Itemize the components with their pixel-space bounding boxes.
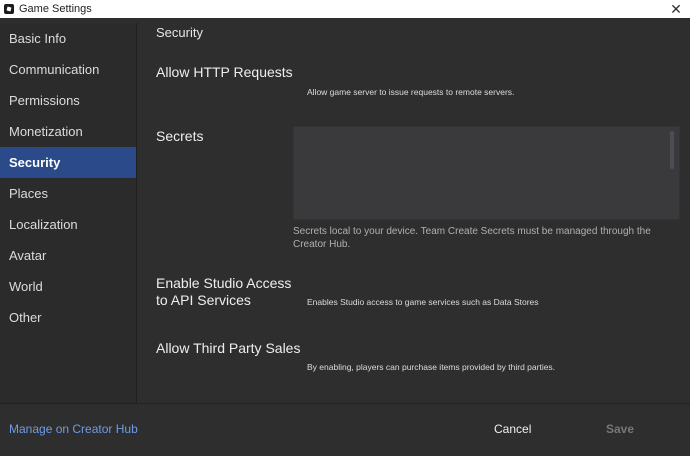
roblox-studio-icon bbox=[4, 4, 14, 14]
secrets-textarea[interactable] bbox=[293, 126, 680, 220]
cancel-button[interactable]: Cancel bbox=[494, 422, 531, 436]
sidebar-item-other[interactable]: Other bbox=[0, 302, 136, 333]
studio-api-access-label: Enable Studio Access to API Services bbox=[156, 275, 292, 308]
secrets-scrollbar[interactable] bbox=[670, 131, 674, 169]
sidebar-item-localization[interactable]: Localization bbox=[0, 209, 136, 240]
third-party-sales-description: By enabling, players can purchase items … bbox=[307, 362, 556, 372]
http-requests-description: Allow game server to issue requests to r… bbox=[307, 87, 515, 97]
save-button[interactable]: Save bbox=[606, 422, 634, 436]
sidebar-item-basic-info[interactable]: Basic Info bbox=[0, 23, 136, 54]
sidebar-item-places[interactable]: Places bbox=[0, 178, 136, 209]
creator-hub-link[interactable]: Manage on Creator Hub bbox=[9, 422, 138, 436]
http-requests-label: Allow HTTP Requests bbox=[156, 64, 293, 80]
window-title: Game Settings bbox=[19, 3, 92, 15]
close-icon[interactable]: ✕ bbox=[662, 0, 690, 18]
third-party-sales-label: Allow Third Party Sales bbox=[156, 340, 301, 356]
sidebar-item-world[interactable]: World bbox=[0, 271, 136, 302]
studio-api-access-description: Enables Studio access to game services s… bbox=[307, 297, 539, 307]
secrets-hint: Secrets local to your device. Team Creat… bbox=[293, 226, 651, 250]
title-bar: Game Settings ✕ bbox=[0, 0, 690, 18]
settings-panel: Security Allow HTTP Requests Allow game … bbox=[137, 18, 690, 403]
sidebar-item-avatar[interactable]: Avatar bbox=[0, 240, 136, 271]
secrets-label: Secrets bbox=[156, 128, 204, 144]
sidebar-item-security[interactable]: Security bbox=[0, 147, 136, 178]
section-title: Security bbox=[156, 25, 203, 40]
sidebar-item-monetization[interactable]: Monetization bbox=[0, 116, 136, 147]
settings-sidebar: Basic Info Communication Permissions Mon… bbox=[0, 23, 137, 403]
sidebar-item-permissions[interactable]: Permissions bbox=[0, 85, 136, 116]
dialog-footer: Manage on Creator Hub Cancel Save bbox=[0, 403, 690, 456]
sidebar-item-communication[interactable]: Communication bbox=[0, 54, 136, 85]
